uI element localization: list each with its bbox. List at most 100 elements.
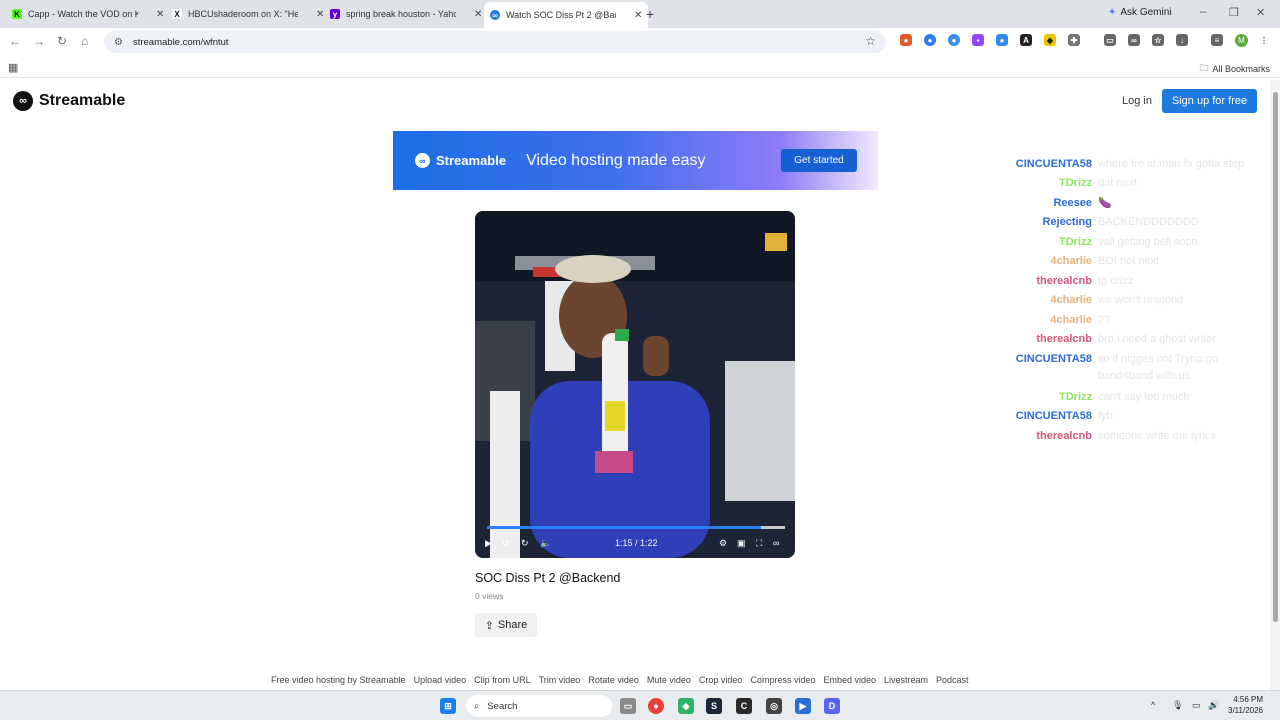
home-icon[interactable]: ⌂ bbox=[81, 34, 88, 48]
minimize-icon[interactable]: – bbox=[1200, 6, 1206, 18]
footer-link[interactable]: Trim video bbox=[539, 675, 581, 685]
scrollbar-thumb[interactable] bbox=[1273, 92, 1278, 622]
footer-link[interactable]: Free video hosting by Streamable bbox=[271, 675, 406, 685]
chat-username[interactable]: therealcnb bbox=[1036, 331, 1092, 348]
browser-tab-4-active[interactable]: ∞ Watch SOC Diss Pt 2 @Backend ✕ bbox=[484, 2, 649, 28]
new-tab-button[interactable]: + bbox=[646, 6, 654, 22]
apps-grid-icon[interactable]: ▦ bbox=[8, 61, 18, 74]
chat-username[interactable]: TDrizz bbox=[1059, 175, 1092, 192]
ad-banner[interactable]: ∞ Streamable Video hosting made easy Get… bbox=[393, 131, 878, 190]
close-icon[interactable]: ✕ bbox=[316, 9, 324, 20]
chrome-icon[interactable]: ● bbox=[648, 698, 664, 714]
video-progress-bar[interactable] bbox=[487, 526, 785, 529]
chat-username[interactable]: Reesee bbox=[1053, 195, 1092, 212]
chat-username[interactable]: TDrizz bbox=[1059, 389, 1092, 406]
streamable-watermark-icon[interactable]: ∞ bbox=[773, 538, 779, 548]
browser-tab-2[interactable]: X HBCUshaderoom on X: "He wa ✕ bbox=[172, 4, 324, 24]
ask-gemini-button[interactable]: ✦ Ask Gemini bbox=[1108, 7, 1172, 18]
tray-chevron-icon[interactable]: ^ bbox=[1151, 700, 1155, 710]
microphone-icon[interactable]: 🎙 bbox=[1172, 700, 1183, 711]
maximize-icon[interactable]: ❐ bbox=[1229, 6, 1239, 19]
chat-username[interactable]: therealcnb bbox=[1036, 428, 1092, 445]
bookmark-star-icon[interactable]: ☆ bbox=[865, 34, 876, 48]
extension-icon[interactable]: ● bbox=[948, 34, 960, 46]
chat-username[interactable]: CINCUENTA58 bbox=[1016, 351, 1092, 368]
chat-username[interactable]: CINCUENTA58 bbox=[1016, 408, 1092, 425]
login-link[interactable]: Log in bbox=[1122, 95, 1152, 107]
download-icon[interactable]: ↓ bbox=[1176, 34, 1188, 46]
chat-username[interactable]: 4charlie bbox=[1050, 312, 1092, 329]
logo-text: Streamable bbox=[39, 92, 126, 109]
menu-kebab-icon[interactable]: ⋮ bbox=[1258, 34, 1270, 46]
streamable-logo[interactable]: ∞ Streamable bbox=[13, 91, 125, 111]
chat-text: we won't respond bbox=[1098, 294, 1184, 306]
chat-text: fyb bbox=[1098, 410, 1113, 422]
chat-username[interactable]: TDrizz bbox=[1059, 234, 1092, 251]
signup-button[interactable]: Sign up for free bbox=[1162, 89, 1257, 113]
close-window-icon[interactable]: ✕ bbox=[1256, 6, 1265, 19]
chat-username[interactable]: Rejecting bbox=[1042, 214, 1092, 231]
app-icon[interactable]: ◆ bbox=[678, 698, 694, 714]
network-icon[interactable]: ▭ bbox=[1192, 700, 1201, 711]
url-text: streamable.com/wfntut bbox=[132, 36, 229, 48]
play-icon[interactable]: ▶ bbox=[485, 538, 492, 549]
twitch-extension-icon[interactable]: ▪ bbox=[972, 34, 984, 46]
pip-icon[interactable]: ▣ bbox=[737, 538, 746, 549]
extension-icon[interactable]: ◆ bbox=[1044, 34, 1056, 46]
all-bookmarks-button[interactable]: 🗀 All Bookmarks bbox=[1199, 61, 1270, 77]
footer-link[interactable]: Clip from URL bbox=[474, 675, 531, 685]
app-icon[interactable]: ◎ bbox=[766, 698, 782, 714]
browser-tab-1[interactable]: K Capp - Watch the VOD on Kick ✕ bbox=[12, 4, 164, 24]
link-icon[interactable]: ∞ bbox=[1128, 34, 1140, 46]
close-icon[interactable]: ✕ bbox=[156, 9, 164, 20]
chat-username[interactable]: therealcnb bbox=[1036, 273, 1092, 290]
address-bar[interactable]: ⚙ streamable.com/wfntut ☆ bbox=[104, 31, 886, 53]
chat-username[interactable]: 4charlie bbox=[1050, 253, 1092, 270]
volume-tray-icon[interactable]: 🔊 bbox=[1208, 700, 1219, 711]
browser-tab-3[interactable]: y spring break houston - Yahoo S ✕ bbox=[330, 4, 482, 24]
volume-icon[interactable]: 🔈 bbox=[540, 538, 551, 549]
x-icon: X bbox=[172, 9, 182, 19]
share-button[interactable]: ⇪ Share bbox=[475, 613, 537, 637]
favorites-icon[interactable]: ☆ bbox=[1152, 34, 1164, 46]
get-started-button[interactable]: Get started bbox=[781, 149, 857, 172]
system-clock[interactable]: 4:56 PM 3/11/2026 bbox=[1228, 694, 1263, 716]
footer-link[interactable]: Compress video bbox=[750, 675, 815, 685]
page-scrollbar[interactable] bbox=[1270, 80, 1280, 690]
profile-avatar[interactable]: M bbox=[1235, 34, 1248, 47]
fullscreen-icon[interactable]: ⛶ bbox=[756, 538, 762, 549]
close-icon[interactable]: ✕ bbox=[634, 10, 642, 21]
discord-icon[interactable]: D bbox=[824, 698, 840, 714]
footer-link[interactable]: Podcast bbox=[936, 675, 969, 685]
forward-icon[interactable]: → bbox=[33, 34, 45, 48]
reload-icon[interactable]: ↻ bbox=[57, 34, 67, 48]
back-icon[interactable]: ← bbox=[9, 34, 21, 48]
footer-link[interactable]: Upload video bbox=[414, 675, 467, 685]
app-icon[interactable]: C bbox=[736, 698, 752, 714]
footer-link[interactable]: Embed video bbox=[823, 675, 876, 685]
task-view-icon[interactable]: ▭ bbox=[620, 698, 636, 714]
extensions-puzzle-icon[interactable]: ✚ bbox=[1068, 34, 1080, 46]
footer-link[interactable]: Mute video bbox=[647, 675, 691, 685]
extension-icon[interactable]: ● bbox=[996, 34, 1008, 46]
footer-link[interactable]: Rotate video bbox=[588, 675, 639, 685]
reading-list-icon[interactable]: ≡ bbox=[1211, 34, 1223, 46]
footer-link[interactable]: Crop video bbox=[699, 675, 743, 685]
rewind-icon[interactable]: ↺ bbox=[502, 538, 510, 549]
chat-username[interactable]: CINCUENTA58 bbox=[1016, 156, 1092, 173]
chat-username[interactable]: 4charlie bbox=[1050, 292, 1092, 309]
extension-icon[interactable]: ● bbox=[924, 34, 936, 46]
video-player[interactable]: ▶ ↺ ↻ 🔈 1:15 / 1:22 ⚙ ▣ ⛶ ∞ bbox=[475, 211, 795, 558]
app-icon[interactable]: ▶ bbox=[795, 698, 811, 714]
tab-search-icon[interactable]: ▭ bbox=[1104, 34, 1116, 46]
extension-icon[interactable]: ● bbox=[900, 34, 912, 46]
site-info-icon[interactable]: ⚙ bbox=[114, 37, 123, 48]
extension-icon[interactable]: A bbox=[1020, 34, 1032, 46]
taskbar-search[interactable]: ⌕ Search bbox=[466, 695, 612, 717]
settings-icon[interactable]: ⚙ bbox=[719, 538, 727, 549]
steam-icon[interactable]: S bbox=[706, 698, 722, 714]
footer-link[interactable]: Livestream bbox=[884, 675, 928, 685]
windows-start-icon[interactable]: ⊞ bbox=[440, 698, 456, 714]
close-icon[interactable]: ✕ bbox=[474, 9, 482, 20]
forward-skip-icon[interactable]: ↻ bbox=[521, 538, 529, 549]
